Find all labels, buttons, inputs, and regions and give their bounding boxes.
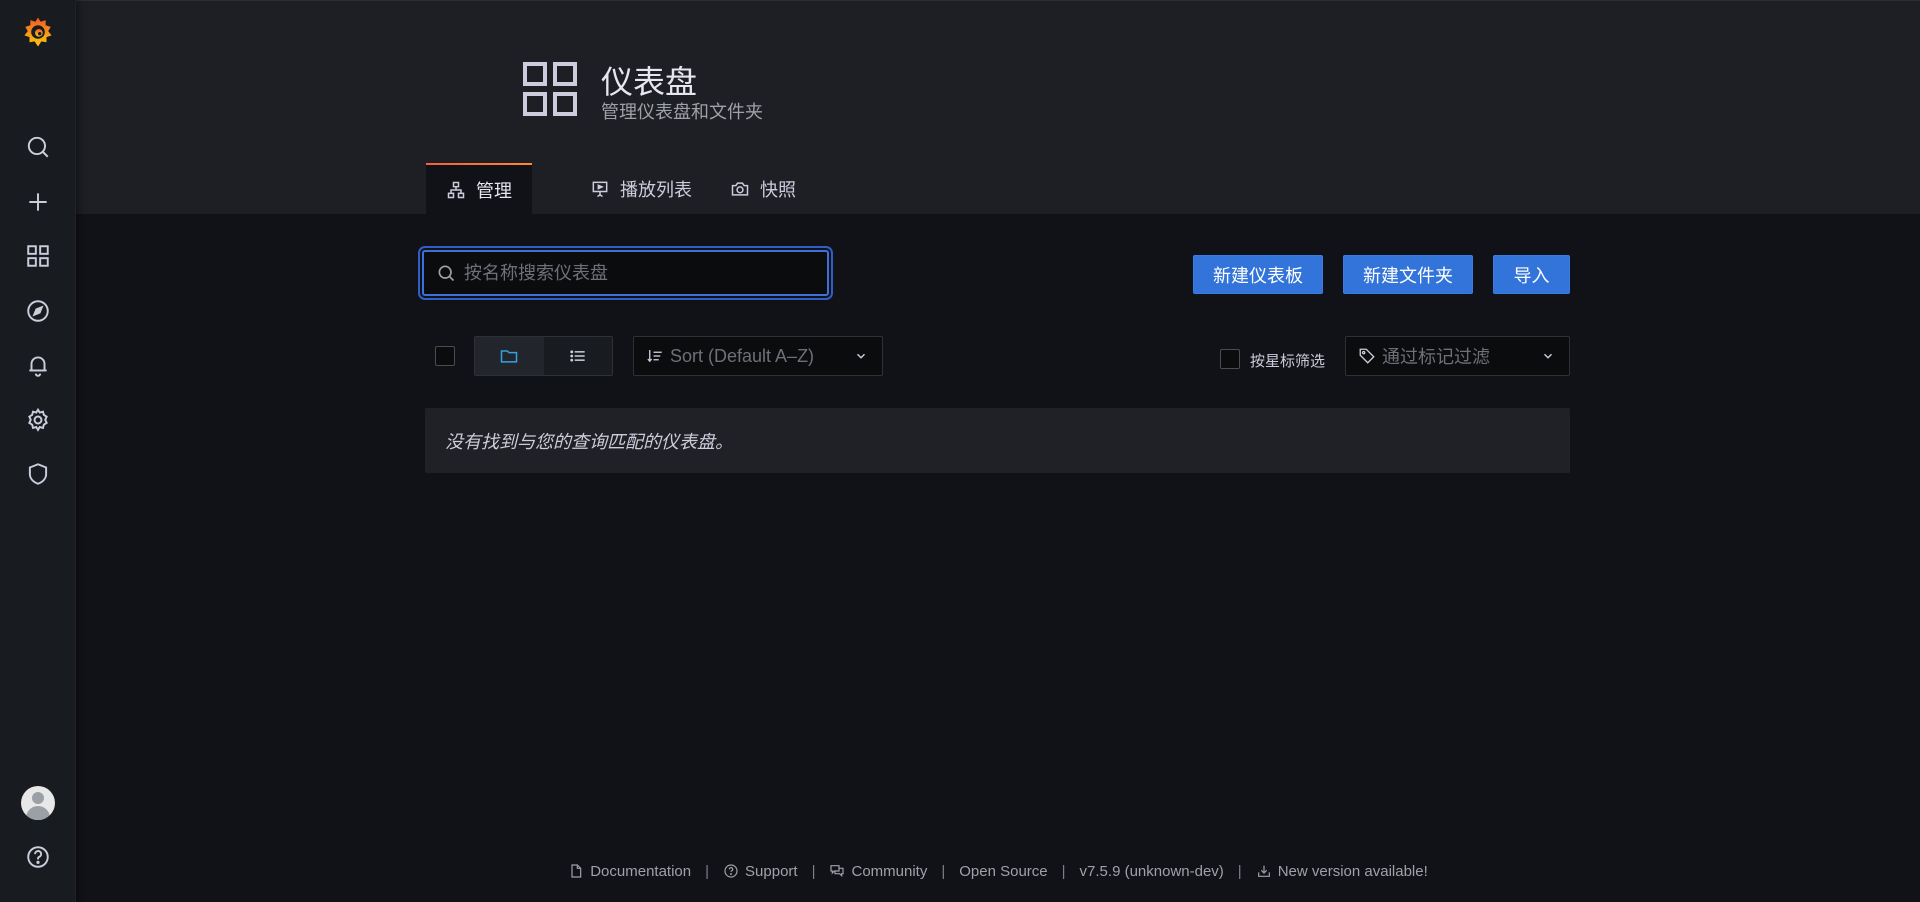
tab-label: 管理 <box>476 181 512 201</box>
footer-documentation-link[interactable]: Documentation <box>568 863 691 880</box>
page-title: 仪表盘 <box>601 64 698 100</box>
empty-results-message: 没有找到与您的查询匹配的仪表盘。 <box>445 431 733 452</box>
import-button[interactable]: 导入 <box>1493 255 1570 294</box>
new-folder-button[interactable]: 新建文件夹 <box>1343 255 1473 294</box>
page-subtitle: 管理仪表盘和文件夹 <box>601 102 763 122</box>
alerting-bell-icon[interactable] <box>0 343 76 387</box>
search-icon[interactable] <box>0 125 76 169</box>
footer-community-link[interactable]: Community <box>829 863 927 880</box>
tab-label: 快照 <box>760 180 796 200</box>
comments-icon <box>830 865 845 878</box>
footer-link-label: Support <box>745 862 798 880</box>
chevron-down-icon <box>856 353 866 359</box>
empty-results-panel: 没有找到与您的查询匹配的仪表盘。 <box>425 408 1570 473</box>
sidebar <box>0 0 76 902</box>
new-dashboard-button[interactable]: 新建仪表板 <box>1193 255 1323 294</box>
grafana-logo-icon[interactable] <box>0 10 76 54</box>
sort-select-value: Sort (Default A–Z) <box>670 345 815 366</box>
footer-support-link[interactable]: Support <box>723 863 798 880</box>
document-icon <box>571 864 582 878</box>
footer-version: v7.5.9 (unknown-dev) <box>1080 863 1224 880</box>
tag-filter-select[interactable]: 通过标记过滤 <box>1345 336 1570 376</box>
footer-separator: | <box>941 862 946 880</box>
footer-open-source-link[interactable]: Open Source <box>959 863 1047 880</box>
tag-icon <box>1359 348 1375 364</box>
download-icon <box>1257 865 1270 877</box>
footer-version-label: v7.5.9 (unknown-dev) <box>1079 862 1224 880</box>
select-all-checkbox[interactable] <box>435 346 455 366</box>
starred-filter-checkbox[interactable] <box>1220 349 1240 369</box>
user-avatar[interactable] <box>0 781 76 825</box>
sort-icon <box>647 350 662 363</box>
list-icon <box>570 350 585 362</box>
dashboards-grid-icon[interactable] <box>0 234 76 278</box>
footer-link-label: Community <box>851 862 928 880</box>
camera-icon <box>731 182 749 196</box>
tag-filter-placeholder: 通过标记过滤 <box>1382 347 1490 367</box>
sort-select[interactable]: Sort (Default A–Z) <box>633 336 883 376</box>
sitemap-icon <box>447 181 465 199</box>
create-plus-icon[interactable] <box>0 180 76 224</box>
footer: Documentation | Support | Community | Op… <box>0 860 1920 882</box>
page-header: 仪表盘 管理仪表盘和文件夹 管理 播放列表 快照 <box>76 0 1920 215</box>
tab-label: 播放列表 <box>620 180 692 200</box>
search-box <box>422 250 829 296</box>
configuration-gear-icon[interactable] <box>0 398 76 442</box>
tab-playlists[interactable]: 播放列表 <box>570 163 712 215</box>
footer-separator: | <box>705 862 710 880</box>
footer-separator: | <box>1237 862 1242 880</box>
list-view-button[interactable] <box>544 337 613 375</box>
footer-link-label: Documentation <box>590 862 692 880</box>
dashboards-grid-icon <box>523 62 577 116</box>
avatar <box>21 786 55 820</box>
layout-toggle <box>474 336 613 376</box>
footer-separator: | <box>811 862 816 880</box>
footer-update-label: New version available! <box>1277 862 1428 880</box>
footer-update-link[interactable]: New version available! <box>1256 863 1428 880</box>
explore-compass-icon[interactable] <box>0 289 76 333</box>
chevron-down-icon <box>1543 353 1553 359</box>
search-input[interactable] <box>464 262 804 284</box>
folder-view-button[interactable] <box>475 337 544 375</box>
question-circle-icon <box>724 864 738 878</box>
presentation-icon <box>592 181 608 198</box>
search-icon <box>438 265 455 282</box>
tab-manage[interactable]: 管理 <box>426 163 532 215</box>
starred-filter-label: 按星标筛选 <box>1250 353 1326 370</box>
server-admin-shield-icon[interactable] <box>0 452 76 496</box>
help-icon[interactable] <box>0 835 76 879</box>
footer-link-label: Open Source <box>959 862 1048 880</box>
footer-separator: | <box>1061 862 1066 880</box>
folder-icon <box>501 350 518 363</box>
tab-snapshots[interactable]: 快照 <box>710 163 816 215</box>
